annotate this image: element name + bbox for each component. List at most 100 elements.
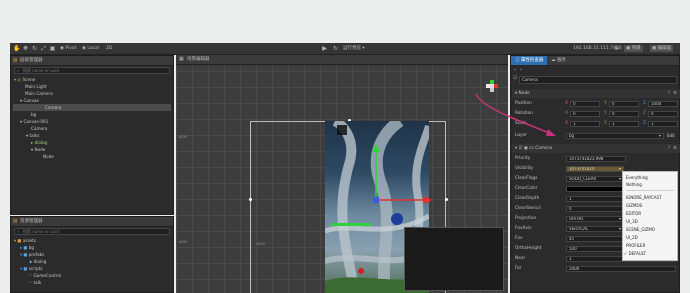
- visibility-label: Visibility: [515, 166, 534, 171]
- chevron-down-icon: ▾: [658, 132, 661, 138]
- axis-x-label: X: [565, 101, 568, 106]
- cleardepth-input[interactable]: 1: [566, 195, 624, 202]
- tab-inspector[interactable]: ⓘ 属性检查器: [511, 56, 548, 65]
- scene-tab-icon: ▦: [179, 56, 184, 62]
- tree-item-main-light[interactable]: Main Light: [25, 83, 47, 90]
- node-name-input[interactable]: Camera: [519, 76, 677, 84]
- tree-item-node-child[interactable]: Node: [43, 153, 54, 160]
- frame-handle-right[interactable]: [445, 198, 448, 201]
- local-toggle[interactable]: ◉ Local: [82, 45, 99, 52]
- clearcolor-swatch[interactable]: [566, 185, 624, 192]
- tree-item-bg[interactable]: bg: [31, 111, 36, 118]
- clearstencil-label: ClearStencil: [515, 206, 541, 211]
- settings-icon[interactable]: ⚙: [673, 144, 677, 153]
- tree-item-talks[interactable]: ▾ talks: [26, 132, 39, 139]
- tab-service[interactable]: ☁ 服务: [551, 56, 566, 65]
- fov-input[interactable]: 45: [566, 235, 624, 242]
- back-arrow-icon[interactable]: ‹: [514, 67, 516, 73]
- settings-icon[interactable]: ⚙: [673, 89, 677, 98]
- scale-z-input[interactable]: 1: [648, 120, 678, 127]
- dropdown-option-profiler[interactable]: PROFILER: [626, 243, 645, 248]
- visibility-dropdown-menu: Everything Nothing IGNORE_RAYCAST GIZMOS…: [622, 171, 678, 261]
- asset-folder-bg[interactable]: ▸ ■ bg: [20, 244, 34, 251]
- dropdown-option-ui-3d[interactable]: UI_3D: [626, 219, 638, 224]
- asset-prefab-dialog[interactable]: ◆ dialog: [29, 258, 46, 265]
- rect-tool-icon[interactable]: ▣: [49, 45, 56, 52]
- layer-select[interactable]: bg ▾: [566, 132, 664, 139]
- hierarchy-search-input[interactable]: ⌕ 搜索 name or uuid: [14, 67, 170, 74]
- visibility-select[interactable]: 1073741824 ▾: [566, 165, 624, 172]
- clearstencil-input[interactable]: 0: [566, 205, 624, 212]
- dropdown-option-nothing[interactable]: Nothing: [626, 182, 642, 187]
- dropdown-option-ui-2d[interactable]: UI_2D: [626, 235, 638, 240]
- dropdown-option-ignore-raycast[interactable]: IGNORE_RAYCAST: [626, 195, 662, 200]
- assets-panel: ▤ 资源管理器 ⌕ 搜索 name or uuid ▾ ■ assets ▸ ■…: [10, 216, 174, 293]
- active-checkbox[interactable]: ☑: [513, 76, 517, 81]
- tree-item-canvas-001[interactable]: ▾ Canvas-001: [20, 118, 48, 125]
- fovaxis-select[interactable]: VERTICAL ▾: [566, 225, 624, 232]
- ruler-label: 1000: [178, 135, 187, 139]
- dropdown-option-scene-gizmo[interactable]: SCENE_GIZMO: [626, 227, 655, 232]
- editor-button[interactable]: ▣ 编辑器: [650, 45, 674, 52]
- position-x-input[interactable]: 0: [570, 100, 600, 107]
- frame-handle-left[interactable]: [249, 198, 252, 201]
- hand-tool-icon[interactable]: ✋: [13, 45, 20, 52]
- dropdown-option-editor[interactable]: EDITOR: [626, 211, 641, 216]
- pivot-toggle[interactable]: ◉ Pivot: [60, 45, 76, 52]
- asset-folder-assets[interactable]: ▾ ■ assets: [14, 237, 36, 244]
- asset-label: talk: [33, 280, 42, 285]
- tree-item-label: Scene: [22, 77, 36, 82]
- refresh-icon[interactable]: ↻: [332, 45, 339, 52]
- mode-2d-toggle[interactable]: 2D: [106, 45, 112, 52]
- position-y-input[interactable]: 0: [609, 100, 639, 107]
- clearflags-value: SOLID_CLEAR: [569, 175, 597, 181]
- tree-item-scene[interactable]: ▾ ◎ Scene: [14, 76, 35, 83]
- tree-item-label: Canvas-001: [23, 119, 49, 124]
- asset-script-talk[interactable]: ᵀˢ talk: [29, 279, 41, 286]
- dropdown-option-gizmos[interactable]: GIZMOS: [626, 203, 642, 208]
- forward-arrow-icon[interactable]: ›: [520, 67, 522, 73]
- main-toolbar: ✋ ✥ ↻ ⤢ ▣ ◉ Pivot ◉ Local 2D ▶ ↻ 运行预览 ▾ …: [10, 43, 680, 55]
- hierarchy-header: ▤ 层级管理器: [11, 56, 173, 66]
- projection-select[interactable]: ORTHO ▾: [566, 215, 624, 222]
- project-button[interactable]: ▣ 项目: [624, 45, 643, 52]
- clearflags-select[interactable]: SOLID_CLEAR ▾: [566, 175, 624, 182]
- scale-y-input[interactable]: 1: [609, 120, 639, 127]
- tree-item-dialog[interactable]: ▸ dialog: [31, 139, 47, 146]
- asset-folder-scripts[interactable]: ▾ ■ scripts: [20, 265, 43, 272]
- tree-item-camera-2[interactable]: Camera: [31, 125, 47, 132]
- fov-label: Fov: [515, 236, 523, 241]
- far-input[interactable]: 2000: [566, 265, 676, 272]
- move-tool-icon[interactable]: ✥: [22, 45, 29, 52]
- help-icon[interactable]: ?: [668, 144, 670, 153]
- prefab-icon: ◆: [29, 259, 33, 264]
- tree-item-main-camera[interactable]: Main Camera: [25, 90, 53, 97]
- priority-input[interactable]: 1073741823.998: [566, 155, 626, 162]
- tree-item-camera-selected[interactable]: Camera: [13, 104, 171, 111]
- editor-label: 编辑器: [657, 46, 672, 51]
- tree-item-node[interactable]: ▾ Node: [31, 146, 45, 153]
- play-icon[interactable]: ▶: [321, 45, 328, 52]
- asset-folder-prefabs[interactable]: ▾ ■ prefabs: [20, 251, 44, 258]
- assets-header: ▤ 资源管理器: [11, 217, 173, 227]
- layer-edit-button[interactable]: Edit: [667, 131, 675, 140]
- position-z-input[interactable]: 1000: [648, 100, 678, 107]
- rotate-tool-icon[interactable]: ↻: [31, 45, 38, 52]
- dropdown-option-everything[interactable]: Everything: [626, 175, 648, 180]
- rotation-x-input[interactable]: 0: [570, 110, 600, 117]
- info-icon: ⓘ: [515, 58, 520, 63]
- scale-tool-icon[interactable]: ⤢: [40, 45, 47, 52]
- rotation-z-input[interactable]: 0: [648, 110, 678, 117]
- assets-search-input[interactable]: ⌕ 搜索 name or uuid: [14, 228, 170, 235]
- orthoheight-input[interactable]: 500: [566, 245, 624, 252]
- typescript-icon: ᵀˢ: [29, 280, 33, 285]
- preview-platform-select[interactable]: 运行预览 ▾: [343, 45, 365, 52]
- tree-item-canvas[interactable]: ▾ Canvas: [20, 97, 39, 104]
- asset-label: prefabs: [28, 252, 45, 257]
- dropdown-option-default[interactable]: ✓ DEFAULT: [624, 251, 646, 256]
- asset-script-gamecontrol[interactable]: ᵀˢ GameControl: [29, 272, 61, 279]
- rotation-y-input[interactable]: 0: [609, 110, 639, 117]
- scale-x-input[interactable]: 1: [570, 120, 600, 127]
- help-icon[interactable]: ?: [668, 89, 670, 98]
- scene-viewport[interactable]: 1000 1000 1000: [176, 55, 508, 293]
